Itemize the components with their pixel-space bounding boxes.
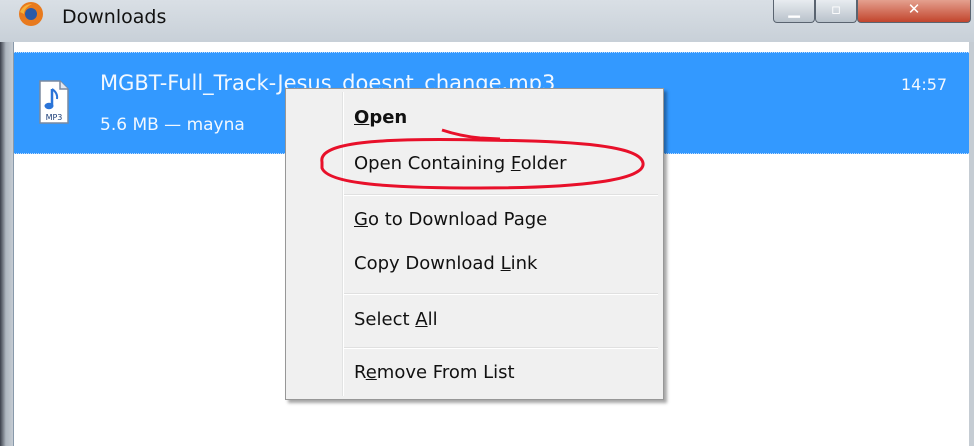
- context-menu: Open Open Containing Folder Go to Downlo…: [285, 88, 664, 400]
- menu-item-accesskey: G: [354, 209, 368, 230]
- download-time: 14:57: [901, 75, 948, 94]
- minimize-icon: ▁: [788, 0, 800, 18]
- menu-separator: [344, 347, 658, 349]
- menu-item-accesskey: F: [510, 153, 521, 174]
- close-button[interactable]: ✕: [857, 0, 971, 23]
- menu-item-text: Select: [354, 309, 416, 330]
- menu-item-text: ll: [427, 309, 438, 330]
- menu-gutter: [342, 92, 344, 396]
- menu-item-text: o to Download Page: [367, 209, 548, 230]
- menu-separator: [344, 194, 658, 196]
- window-title: Downloads: [62, 6, 167, 28]
- firefox-icon: [19, 2, 43, 26]
- menu-item-text: pen: [369, 107, 408, 128]
- menu-item-open-containing-folder[interactable]: Open Containing Folder: [354, 153, 566, 174]
- title-bar: Downloads ▁ ▫ ✕: [0, 0, 974, 42]
- window-frame-left: [0, 42, 13, 446]
- menu-item-text: Copy Download: [354, 253, 501, 274]
- menu-item-copy-download-link[interactable]: Copy Download Link: [354, 253, 537, 274]
- menu-item-accesskey: O: [354, 107, 370, 128]
- mp3-icon-label: MP3: [46, 113, 63, 122]
- menu-item-go-to-download-page[interactable]: Go to Download Page: [354, 209, 547, 230]
- menu-item-select-all[interactable]: Select All: [354, 309, 438, 330]
- menu-item-accesskey: L: [500, 253, 511, 274]
- menu-separator: [344, 293, 658, 295]
- menu-item-open[interactable]: Open: [354, 107, 407, 128]
- minimize-button[interactable]: ▁: [773, 0, 815, 23]
- menu-item-remove-from-list[interactable]: Remove From List: [354, 362, 515, 383]
- menu-item-text: older: [520, 153, 567, 174]
- maximize-icon: ▫: [830, 0, 842, 18]
- close-icon: ✕: [907, 0, 921, 18]
- menu-item-accesskey: A: [415, 309, 428, 330]
- menu-item-text: ink: [510, 253, 538, 274]
- menu-item-accesskey: e: [365, 362, 377, 383]
- mp3-file-icon: MP3: [39, 80, 69, 124]
- maximize-button[interactable]: ▫: [815, 0, 857, 23]
- file-meta: 5.6 MB — mayna: [100, 115, 245, 135]
- menu-item-text: R: [354, 362, 366, 383]
- menu-item-text: move From List: [376, 362, 515, 383]
- menu-item-text: Open Containing: [354, 153, 511, 174]
